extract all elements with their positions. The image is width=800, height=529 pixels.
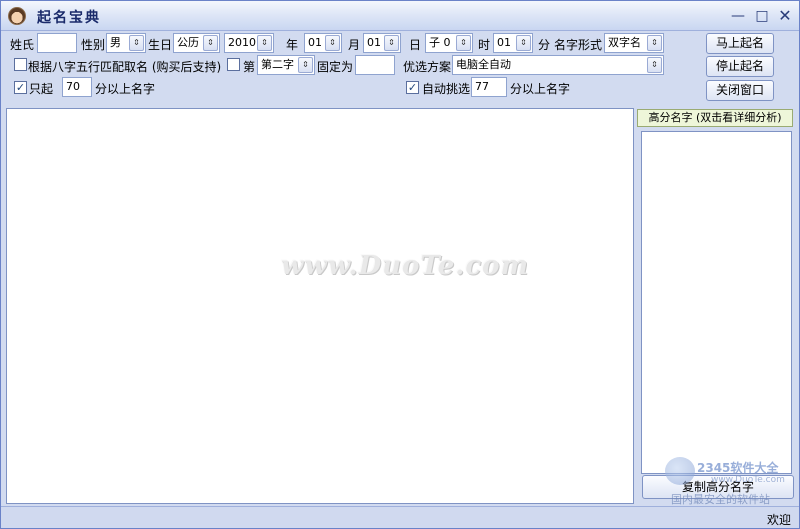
status-bar: 欢迎 <box>1 506 799 528</box>
gender-select[interactable]: 男 ⇕ <box>106 33 146 53</box>
only-score-label: 只起 <box>29 82 54 96</box>
site-logo: 2345软件大全 www.DuoTe.com 国内最安全的软件站 <box>663 453 797 506</box>
name-form-value: 双字名 <box>608 36 641 49</box>
minimize-icon[interactable]: — <box>728 7 748 25</box>
logo-line1: 2345软件大全 <box>697 461 779 475</box>
hour-branch-value: 子 0 <box>429 36 451 49</box>
chevron-down-icon[interactable]: ⇕ <box>647 35 662 51</box>
chevron-down-icon[interactable]: ⇕ <box>516 35 531 51</box>
chevron-down-icon[interactable]: ⇕ <box>203 35 218 51</box>
auto-score-input[interactable]: 77 <box>471 77 507 97</box>
fixed-char-checkbox[interactable] <box>227 58 240 71</box>
fixed-char-input[interactable] <box>355 55 395 75</box>
day-select[interactable]: 01 ⇕ <box>363 33 401 53</box>
day-value: 01 <box>367 36 381 49</box>
month-select[interactable]: 01 ⇕ <box>304 33 342 53</box>
month-value: 01 <box>308 36 322 49</box>
watermark-text: www.DuoTe.com <box>281 251 530 281</box>
bird-logo-icon <box>665 457 695 485</box>
auto-score-suffix: 分以上名字 <box>510 82 571 96</box>
min-score-input[interactable]: 70 <box>62 77 92 97</box>
start-naming-button[interactable]: 马上起名 <box>706 33 774 54</box>
chevron-down-icon[interactable]: ⇕ <box>647 57 662 73</box>
only-score-checkbox[interactable]: ✓ <box>14 81 27 94</box>
year-value: 2010 <box>228 36 256 49</box>
title-bar[interactable]: 起名宝典 — □ ✕ <box>1 1 799 31</box>
chevron-down-icon[interactable]: ⇕ <box>325 35 340 51</box>
calendar-select[interactable]: 公历 ⇕ <box>173 33 220 53</box>
char-position-value: 第二字 <box>261 58 294 71</box>
auto-pick-checkbox[interactable]: ✓ <box>406 81 419 94</box>
name-form-label: 名字形式 <box>554 38 603 52</box>
chevron-down-icon[interactable]: ⇕ <box>257 35 272 51</box>
gender-label: 性别 <box>81 38 106 52</box>
surname-label: 姓氏 <box>10 38 35 52</box>
hour-label: 时 <box>478 38 491 52</box>
auto-pick-label: 自动挑选 <box>422 82 471 96</box>
gender-value: 男 <box>110 36 121 49</box>
status-text: 欢迎 <box>767 513 792 527</box>
day-label: 日 <box>409 38 422 52</box>
min-score-suffix: 分以上名字 <box>95 82 156 96</box>
scheme-value: 电脑全自动 <box>456 58 511 71</box>
chevron-down-icon[interactable]: ⇕ <box>129 35 144 51</box>
minute-select[interactable]: 01 ⇕ <box>493 33 533 53</box>
surname-input[interactable] <box>37 33 77 53</box>
char-position-select[interactable]: 第二字 ⇕ <box>257 55 315 75</box>
minute-value: 01 <box>497 36 511 49</box>
year-select[interactable]: 2010 ⇕ <box>224 33 274 53</box>
scheme-select[interactable]: 电脑全自动 ⇕ <box>452 55 664 75</box>
calendar-value: 公历 <box>177 36 199 49</box>
name-form-select[interactable]: 双字名 ⇕ <box>604 33 664 53</box>
chevron-down-icon[interactable]: ⇕ <box>298 57 313 73</box>
high-score-header: 高分名字 (双击看详细分析) <box>637 109 793 127</box>
fixed-as-label: 固定为 <box>317 60 354 74</box>
window-title: 起名宝典 <box>37 10 101 26</box>
chevron-down-icon[interactable]: ⇕ <box>384 35 399 51</box>
year-label: 年 <box>286 38 299 52</box>
hour-branch-select[interactable]: 子 0 ⇕ <box>425 33 473 53</box>
birthday-label: 生日 <box>148 38 173 52</box>
results-area[interactable]: www.DuoTe.com <box>6 108 634 504</box>
logo-line2: www.DuoTe.com <box>711 475 785 485</box>
chevron-down-icon[interactable]: ⇕ <box>456 35 471 51</box>
app-window: 起名宝典 — □ ✕ 姓氏 性别 男 ⇕ 生日 公历 ⇕ 2010 ⇕ 年 01… <box>0 0 800 529</box>
app-avatar-icon <box>8 7 26 25</box>
maximize-icon[interactable]: □ <box>752 7 772 25</box>
close-icon[interactable]: ✕ <box>775 7 795 25</box>
close-window-button[interactable]: 关闭窗口 <box>706 80 774 101</box>
stop-naming-button[interactable]: 停止起名 <box>706 56 774 77</box>
month-label: 月 <box>348 38 361 52</box>
scheme-label: 优选方案 <box>403 60 452 74</box>
bazi-checkbox-label: 根据八字五行匹配取名 (购买后支持) <box>28 60 222 74</box>
fixed-char-checkbox-label: 第 <box>243 60 256 74</box>
minute-label: 分 <box>538 38 551 52</box>
bazi-checkbox[interactable] <box>14 58 27 71</box>
logo-line3: 国内最安全的软件站 <box>671 493 770 506</box>
high-score-list[interactable] <box>641 131 792 474</box>
